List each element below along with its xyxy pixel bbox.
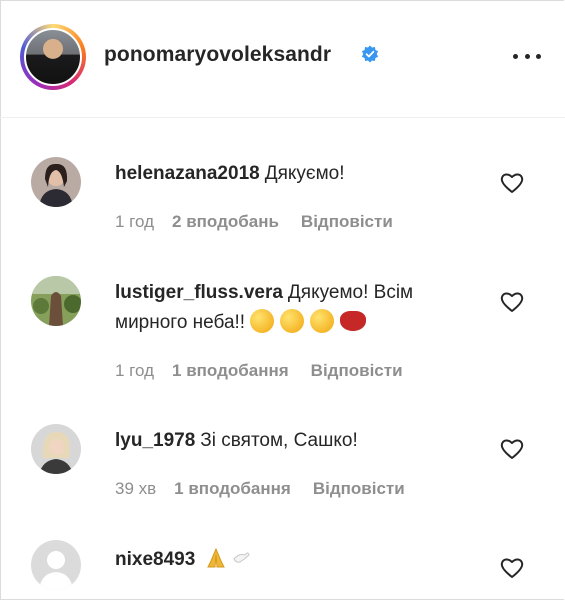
comment-username[interactable]: nixe8493 xyxy=(115,549,195,570)
comment-text: nixe8493 xyxy=(115,545,485,575)
smiling-face-icon xyxy=(280,309,305,333)
dove-icon xyxy=(233,552,250,563)
comment-time[interactable]: 1 год xyxy=(115,361,154,381)
commenter-avatar[interactable] xyxy=(31,276,81,326)
smiling-face-icon xyxy=(310,309,335,333)
story-ring[interactable] xyxy=(20,24,86,90)
comment-username[interactable]: helenazana2018 xyxy=(115,163,260,184)
reply-button[interactable]: Відповісти xyxy=(311,361,403,381)
comment-time[interactable]: 1 год xyxy=(115,212,154,232)
smiling-face-icon xyxy=(250,309,275,333)
profile-photo-icon xyxy=(31,157,81,207)
folded-hands-icon xyxy=(206,547,225,568)
commenter-avatar[interactable] xyxy=(31,424,81,474)
default-avatar-icon xyxy=(31,540,81,590)
comment-likes[interactable]: 1 вподобання xyxy=(174,479,291,499)
reply-button[interactable]: Відповісти xyxy=(301,212,393,232)
commenter-avatar[interactable] xyxy=(31,540,81,590)
comment-likes[interactable]: 1 вподобання xyxy=(172,361,289,381)
comment-text: lustiger_fluss.vera Дякуемо! Всім мирного… xyxy=(115,278,485,338)
comment-likes[interactable]: 2 вподобань xyxy=(172,212,279,232)
commenter-avatar[interactable] xyxy=(31,157,81,207)
comment-meta: 39 хв 1 вподобання Відповісти xyxy=(115,479,405,499)
comment-body: Зі святом, Сашко! xyxy=(200,430,358,451)
red-heart-icon xyxy=(340,311,367,331)
comment-time[interactable]: 39 хв xyxy=(115,479,156,499)
comment-username[interactable]: lyu_1978 xyxy=(115,430,195,451)
comment-meta: 1 год 1 вподобання Відповісти xyxy=(115,361,403,381)
comment-text: lyu_1978 Зі святом, Сашко! xyxy=(115,426,485,456)
verified-badge-icon xyxy=(361,45,379,63)
comment-username[interactable]: lustiger_fluss.vera xyxy=(115,282,283,303)
comment-meta: 1 год 2 вподобань Відповісти xyxy=(115,212,393,232)
comment-text: helenazana2018 Дякуємо! xyxy=(115,159,485,189)
like-heart-icon[interactable] xyxy=(500,172,524,194)
author-avatar[interactable] xyxy=(24,28,82,86)
like-heart-icon[interactable] xyxy=(500,291,524,313)
more-options-icon[interactable] xyxy=(513,46,541,66)
reply-button[interactable]: Відповісти xyxy=(313,479,405,499)
profile-photo-icon xyxy=(31,424,81,474)
comment-body: Дякуємо! xyxy=(264,163,345,184)
like-heart-icon[interactable] xyxy=(500,557,524,579)
author-username[interactable]: ponomaryovoleksandr xyxy=(104,43,331,67)
post-header: ponomaryovoleksandr xyxy=(0,0,565,118)
like-heart-icon[interactable] xyxy=(500,438,524,460)
profile-photo-icon xyxy=(31,276,81,326)
